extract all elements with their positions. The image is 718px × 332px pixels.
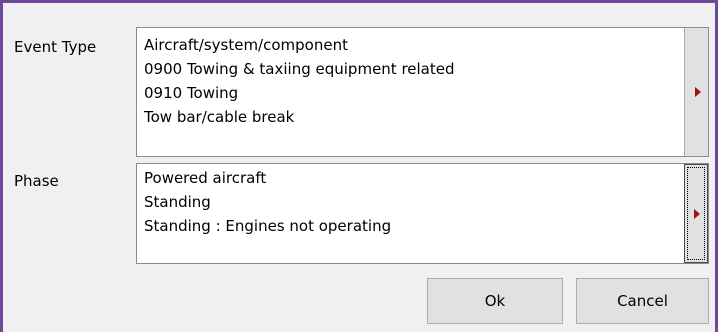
phase-listbox[interactable]: Powered aircraft Standing Standing : Eng… xyxy=(136,163,709,264)
right-arrow-icon xyxy=(694,208,700,219)
event-dialog: Event Type Aircraft/system/component 090… xyxy=(3,3,715,332)
phase-label: Phase xyxy=(14,172,59,190)
cancel-button[interactable]: Cancel xyxy=(576,278,709,324)
phase-item: Standing xyxy=(144,193,211,211)
event-type-select-button[interactable] xyxy=(684,28,708,156)
right-arrow-icon xyxy=(694,87,701,97)
event-type-label: Event Type xyxy=(14,38,97,56)
event-type-item: Aircraft/system/component xyxy=(144,36,348,54)
event-type-item: Tow bar/cable break xyxy=(144,108,295,126)
event-type-item: 0900 Towing & taxiing equipment related xyxy=(144,60,455,78)
event-type-item: 0910 Towing xyxy=(144,84,239,102)
phase-item: Powered aircraft xyxy=(144,169,267,187)
event-type-listbox[interactable]: Aircraft/system/component 0900 Towing & … xyxy=(136,27,709,157)
event-type-lines: Aircraft/system/component 0900 Towing & … xyxy=(144,33,455,129)
phase-item: Standing : Engines not operating xyxy=(144,217,392,235)
phase-lines: Powered aircraft Standing Standing : Eng… xyxy=(144,166,391,238)
ok-button[interactable]: Ok xyxy=(427,278,563,324)
phase-select-button[interactable] xyxy=(684,164,708,263)
